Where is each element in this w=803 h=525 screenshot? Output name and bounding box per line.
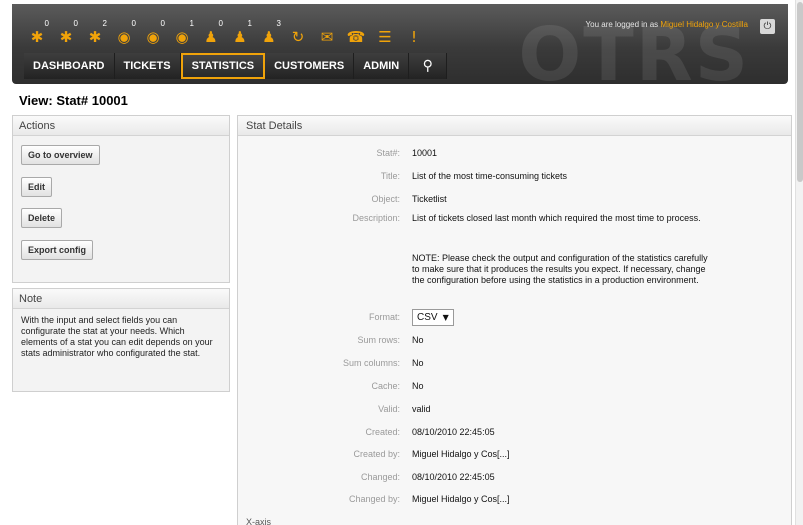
otrs-watermark-logo: OTRS [518,12,750,98]
changed-value: 08/10/2010 22:45:05 [412,472,495,482]
title-value: List of the most time-consuming tickets [412,171,568,181]
format-label: Format: [368,312,400,322]
email-ticket-icon[interactable]: ✉ [314,22,340,46]
login-prefix: You are logged in as [585,20,659,29]
stat-details-title: Stat Details [238,116,791,136]
description-label: Description: [352,213,400,223]
sum-columns-value: No [412,358,424,368]
format-select[interactable]: CSV ▼ [412,309,454,326]
watched-tickets-icon[interactable]: ◉ 0 [111,19,137,46]
page-scrollbar[interactable] [795,0,803,525]
description-value: List of tickets closed last month which … [412,213,701,223]
alert-icon[interactable]: ! [401,22,427,46]
responsible-reminder-icon[interactable]: ♟ 3 [256,19,282,46]
note-title: Note [13,289,229,309]
toolbar-count: 0 [131,19,136,28]
actions-panel: Actions Go to overview Edit Delete Expor… [12,115,230,283]
login-user-link[interactable]: Miguel Hidalgo y Costilla [660,20,748,29]
scrollbar-thumb[interactable] [797,2,803,182]
locked-new-icon[interactable]: ✱ 0 [53,19,79,46]
search-icon[interactable]: ⚲ [409,53,448,79]
sum-columns-label: Sum columns: [342,358,400,368]
responsible-new-icon[interactable]: ♟ 1 [227,19,253,46]
toolbar-count: 0 [160,19,165,28]
nav-customers[interactable]: CUSTOMERS [265,53,355,79]
page-title: View: Stat# 10001 [19,93,128,108]
changed-by-label: Changed by: [348,494,400,504]
valid-value: valid [412,404,431,414]
stat-number-label: Stat#: [376,148,400,158]
valid-label: Valid: [378,404,400,414]
main-nav: DASHBOARD TICKETS STATISTICS CUSTOMERS A… [24,53,448,79]
x-axis-section-label: X-axis [246,517,272,525]
nav-statistics[interactable]: STATISTICS [180,53,266,79]
sum-rows-label: Sum rows: [357,335,400,345]
locked-tickets-icon[interactable]: ✱ 0 [24,19,50,46]
header-bar: OTRS ✱ 0 ✱ 0 ✱ 2 ◉ 0 ◉ 0 ◉ 1 ♟ 0 ♟ 1 ♟ 3 ↻ ✉ ☎ ☰ … [12,4,788,92]
watched-reminder-icon[interactable]: ◉ 1 [169,19,195,46]
created-by-label: Created by: [353,449,400,459]
cache-value: No [412,381,424,391]
edit-button[interactable]: Edit [21,177,52,197]
login-info: You are logged in as Miguel Hidalgo y Co… [586,20,748,29]
toolbar-count: 1 [247,19,252,28]
created-label: Created: [365,427,400,437]
created-value: 08/10/2010 22:45:05 [412,427,495,437]
reload-icon[interactable]: ↻ [285,22,311,46]
note-panel: Note With the input and select fields yo… [12,288,230,392]
sum-rows-value: No [412,335,424,345]
toolbar-count: 0 [44,19,49,28]
stat-number-value: 10001 [412,148,438,158]
actions-title: Actions [13,116,229,136]
toolbar-count: 2 [102,19,107,28]
cache-label: Cache: [371,381,400,391]
phone-ticket-icon[interactable]: ☎ [343,22,369,46]
note-text: With the input and select fields you can… [21,315,213,358]
toolbar: ✱ 0 ✱ 0 ✱ 2 ◉ 0 ◉ 0 ◉ 1 ♟ 0 ♟ 1 ♟ 3 ↻ ✉ ☎ ☰ ! [24,16,430,46]
chevron-down-icon: ▼ [442,313,449,322]
header: OTRS ✱ 0 ✱ 0 ✱ 2 ◉ 0 ◉ 0 ◉ 1 ♟ 0 ♟ 1 ♟ 3 ↻ ✉ ☎ ☰ … [0,0,803,92]
watched-new-icon[interactable]: ◉ 0 [140,19,166,46]
toolbar-count: 3 [276,19,281,28]
object-label: Object: [371,194,400,204]
title-label: Title: [380,171,400,181]
toolbar-count: 0 [73,19,78,28]
object-value: Ticketlist [412,194,447,204]
responsible-tickets-icon[interactable]: ♟ 0 [198,19,224,46]
nav-tickets[interactable]: TICKETS [114,53,181,79]
go-to-overview-button[interactable]: Go to overview [21,145,100,165]
created-by-value: Miguel Hidalgo y Cos[...] [412,449,510,459]
stat-details-panel: Stat Details Stat#: 10001 Title: List of… [237,115,792,525]
logout-icon[interactable]: ⏻ [760,19,775,34]
locked-reminder-icon[interactable]: ✱ 2 [82,19,108,46]
changed-label: Changed: [360,472,400,482]
toolbar-count: 1 [189,19,194,28]
changed-by-value: Miguel Hidalgo y Cos[...] [412,494,510,504]
export-config-button[interactable]: Export config [21,240,93,260]
nav-dashboard[interactable]: DASHBOARD [24,53,115,79]
description-note: NOTE: Please check the output and config… [412,253,708,285]
list-icon[interactable]: ☰ [372,22,398,46]
delete-button[interactable]: Delete [21,208,63,228]
toolbar-count: 0 [218,19,223,28]
nav-admin[interactable]: ADMIN [354,53,410,79]
format-selected-value: CSV [417,312,438,323]
